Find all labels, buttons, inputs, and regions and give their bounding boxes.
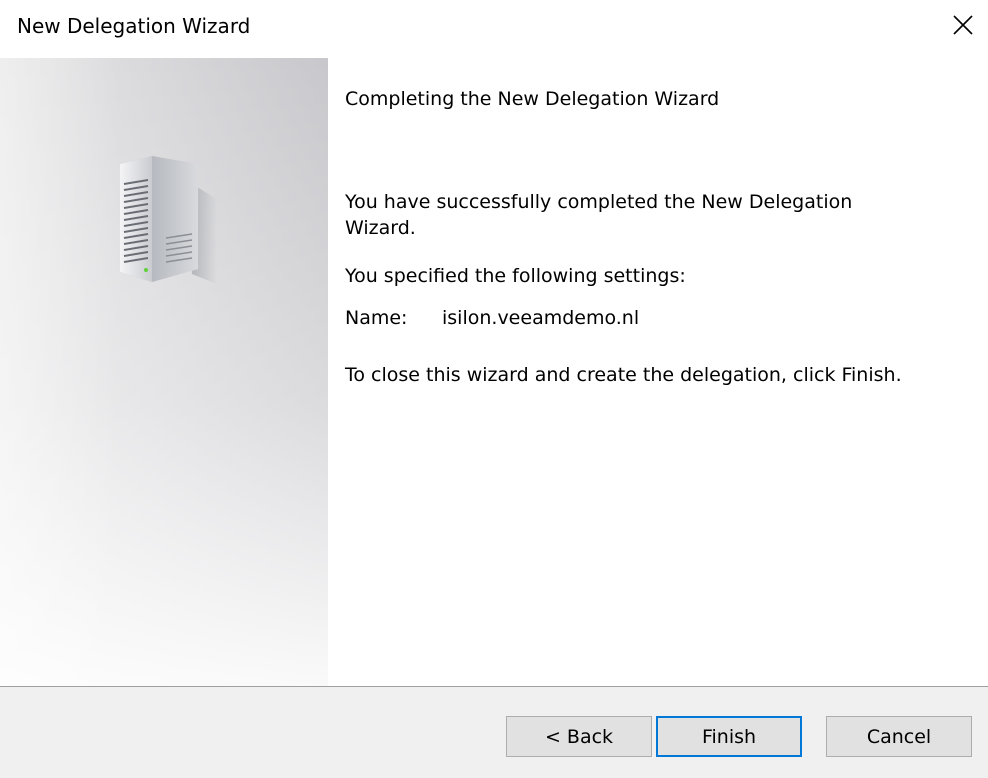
server-icon: [112, 154, 222, 358]
finish-button[interactable]: Finish: [656, 716, 802, 757]
banner-fade-left: [0, 58, 120, 686]
wizard-window: New Delegation Wizard Completing the New…: [0, 0, 988, 778]
name-value: isilon.veeamdemo.nl: [442, 307, 640, 329]
wizard-side-banner: [0, 58, 328, 686]
window-title: New Delegation Wizard: [17, 14, 251, 38]
cancel-button[interactable]: Cancel: [826, 716, 972, 757]
button-bar: < Back Finish Cancel: [0, 687, 988, 778]
settings-intro: You specified the following settings:: [345, 265, 686, 287]
name-setting-row: Name: isilon.veeamdemo.nl: [345, 305, 639, 331]
success-message: You have successfully completed the New …: [345, 191, 853, 239]
finish-instructions: To close this wizard and create the dele…: [345, 364, 902, 386]
name-label: Name:: [345, 307, 408, 329]
back-button[interactable]: < Back: [506, 716, 652, 757]
completion-heading: Completing the New Delegation Wizard: [345, 88, 720, 110]
close-icon: [952, 14, 974, 36]
close-button[interactable]: [938, 0, 988, 50]
title-bar: New Delegation Wizard: [0, 0, 988, 58]
